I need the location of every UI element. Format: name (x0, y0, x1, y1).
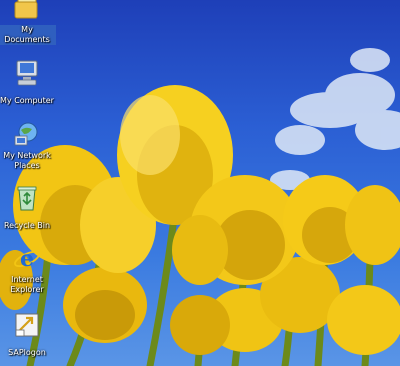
my-network-places-icon (14, 122, 38, 146)
icon-label: Recycle Bin (3, 221, 51, 230)
desktop-icon-internet-explorer[interactable]: e Internet Explorer (0, 244, 56, 296)
icon-label: SAPlogon (8, 348, 46, 357)
saplogon-icon (15, 313, 39, 337)
desktop[interactable]: My Documents My Computer My Network Plac… (0, 0, 400, 366)
my-computer-icon (16, 60, 38, 86)
my-documents-icon (14, 0, 38, 19)
tulip-wallpaper (0, 48, 400, 366)
icon-label: My Documents (0, 25, 56, 45)
desktop-icon-my-network-places[interactable]: My Network Places (0, 120, 56, 172)
desktop-icon-my-documents[interactable]: My Documents (0, 0, 56, 46)
svg-text:e: e (20, 246, 34, 272)
icon-label: My Computer (0, 96, 54, 105)
desktop-icon-saplogon[interactable]: SAPlogon (0, 310, 56, 359)
internet-explorer-icon: e (14, 246, 40, 272)
desktop-icon-my-computer[interactable]: My Computer (0, 58, 56, 107)
desktop-icon-recycle-bin[interactable]: Recycle Bin (0, 183, 56, 232)
recycle-bin-icon (17, 186, 37, 211)
icon-label: My Network Places (3, 151, 51, 170)
cloud-shapes (270, 48, 400, 190)
icon-label: Internet Explorer (10, 275, 44, 294)
